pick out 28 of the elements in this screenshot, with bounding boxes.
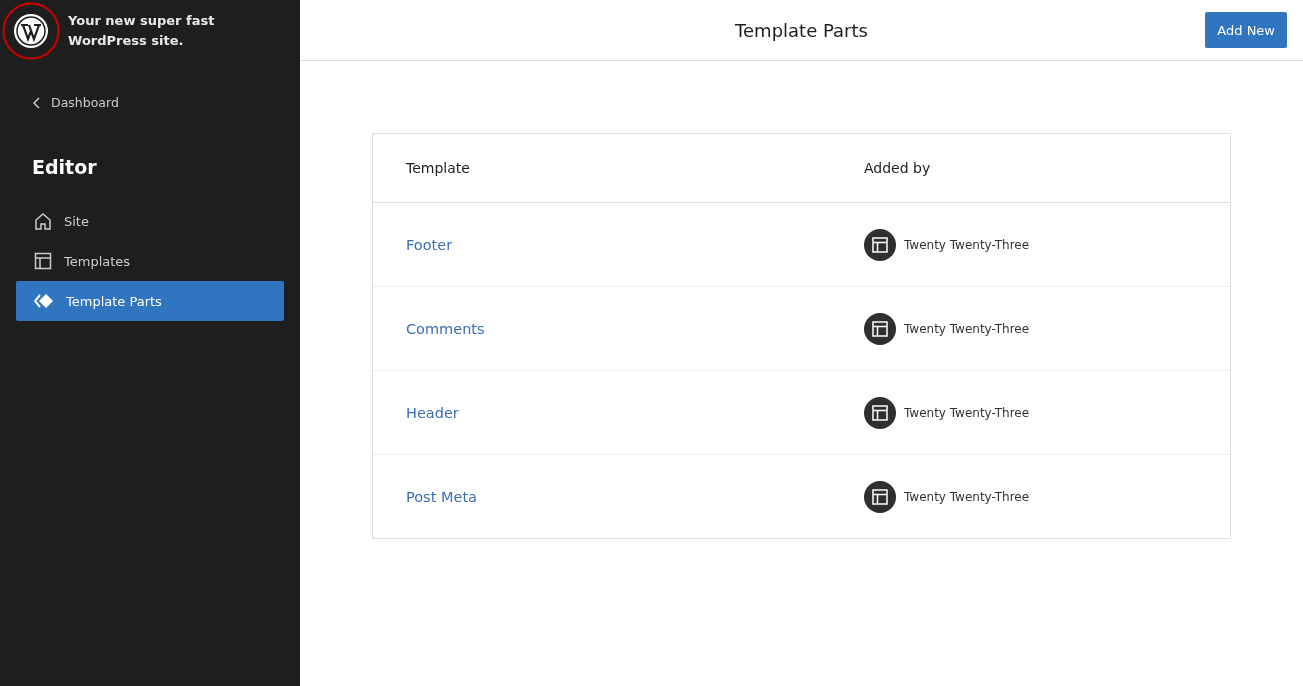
site-title[interactable]: Your new super fast WordPress site. [68,2,290,51]
layout-icon [34,252,52,270]
diamond-icon [34,293,54,309]
template-link[interactable]: Comments [406,320,864,337]
template-link[interactable]: Footer [406,236,864,253]
house-icon [34,212,52,230]
added-by-text: Twenty Twenty-Three [904,405,1030,420]
template-link[interactable]: Header [406,404,864,421]
wordpress-logo-icon[interactable] [13,13,49,49]
chevron-left-icon [33,96,41,109]
highlight-ring [2,2,60,60]
column-header: Added by [864,160,931,176]
dashboard-link[interactable]: Dashboard [33,95,300,110]
added-by-text: Twenty Twenty-Three [904,237,1030,252]
page-title: Template Parts [735,19,868,41]
theme-layout-icon [864,228,896,261]
sidebar-item[interactable]: Template Parts [16,281,284,321]
template-link[interactable]: Post Meta [406,488,864,505]
add-new-button[interactable]: Add New [1205,12,1287,48]
theme-layout-icon [864,480,896,513]
sidebar-item[interactable]: Site [16,201,284,241]
theme-layout-icon [864,396,896,429]
column-header: Template [406,160,471,176]
theme-layout-icon [864,312,896,345]
added-by-text: Twenty Twenty-Three [904,489,1030,504]
editor-heading: Editor [32,158,98,177]
sidebar-item[interactable]: Templates [16,241,284,281]
added-by-text: Twenty Twenty-Three [904,321,1030,336]
